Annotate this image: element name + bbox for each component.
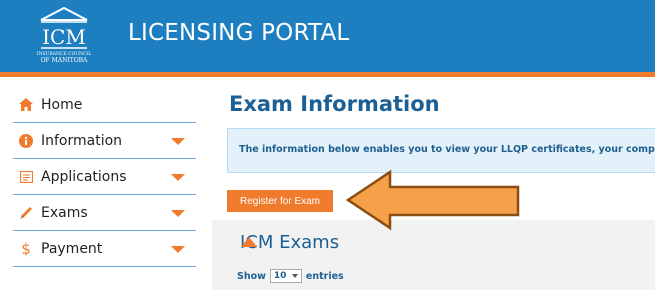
info-icon xyxy=(17,133,35,148)
icm-logo[interactable]: ICM INSURANCE COUNCIL OF MANITOBA xyxy=(33,6,95,64)
home-icon xyxy=(17,98,35,111)
sidebar-item-label: Information xyxy=(41,132,123,149)
register-for-exam-button[interactable]: Register for Exam xyxy=(227,190,333,212)
entries-select-value: 10 xyxy=(273,271,287,281)
header-bar: ICM INSURANCE COUNCIL OF MANITOBA LICENS… xyxy=(0,0,655,72)
chevron-down-icon[interactable] xyxy=(171,138,185,145)
sidebar-item-label: Home xyxy=(41,96,83,113)
sidebar-item-label: Exams xyxy=(41,204,88,221)
chevron-down-icon[interactable] xyxy=(171,246,185,253)
collapse-triangle-icon[interactable] xyxy=(241,237,257,247)
sidebar-item-label: Payment xyxy=(41,240,103,257)
sidebar-item-information[interactable]: Information xyxy=(13,123,196,159)
chevron-down-icon[interactable] xyxy=(171,174,185,181)
page-title: Exam Information xyxy=(229,92,440,116)
applications-icon xyxy=(17,170,35,183)
sidebar-item-payment[interactable]: $ Payment xyxy=(13,231,196,267)
info-alert-text: The information below enables you to vie… xyxy=(239,144,655,155)
sidebar-item-label: Applications xyxy=(41,168,127,185)
entries-select[interactable]: 10 xyxy=(269,269,302,283)
chevron-down-icon[interactable] xyxy=(171,210,185,217)
show-label: Show xyxy=(237,270,266,282)
header-accent-stripe xyxy=(0,72,655,77)
entries-length-control: Show 10 entries xyxy=(237,269,344,283)
portal-title: LICENSING PORTAL xyxy=(128,20,350,46)
entries-label: entries xyxy=(305,270,344,282)
pencil-icon xyxy=(17,206,35,220)
sidebar-item-home[interactable]: Home xyxy=(13,87,196,123)
sidebar-nav: Home Information Applications Exams $ Pa… xyxy=(13,87,196,267)
pointer-arrow-annotation xyxy=(345,169,520,231)
sidebar-item-exams[interactable]: Exams xyxy=(13,195,196,231)
sidebar-item-applications[interactable]: Applications xyxy=(13,159,196,195)
svg-text:ICM: ICM xyxy=(42,25,86,49)
dollar-icon: $ xyxy=(21,239,31,258)
dropdown-arrow-icon xyxy=(291,274,298,278)
svg-text:OF MANITOBA: OF MANITOBA xyxy=(41,57,88,64)
